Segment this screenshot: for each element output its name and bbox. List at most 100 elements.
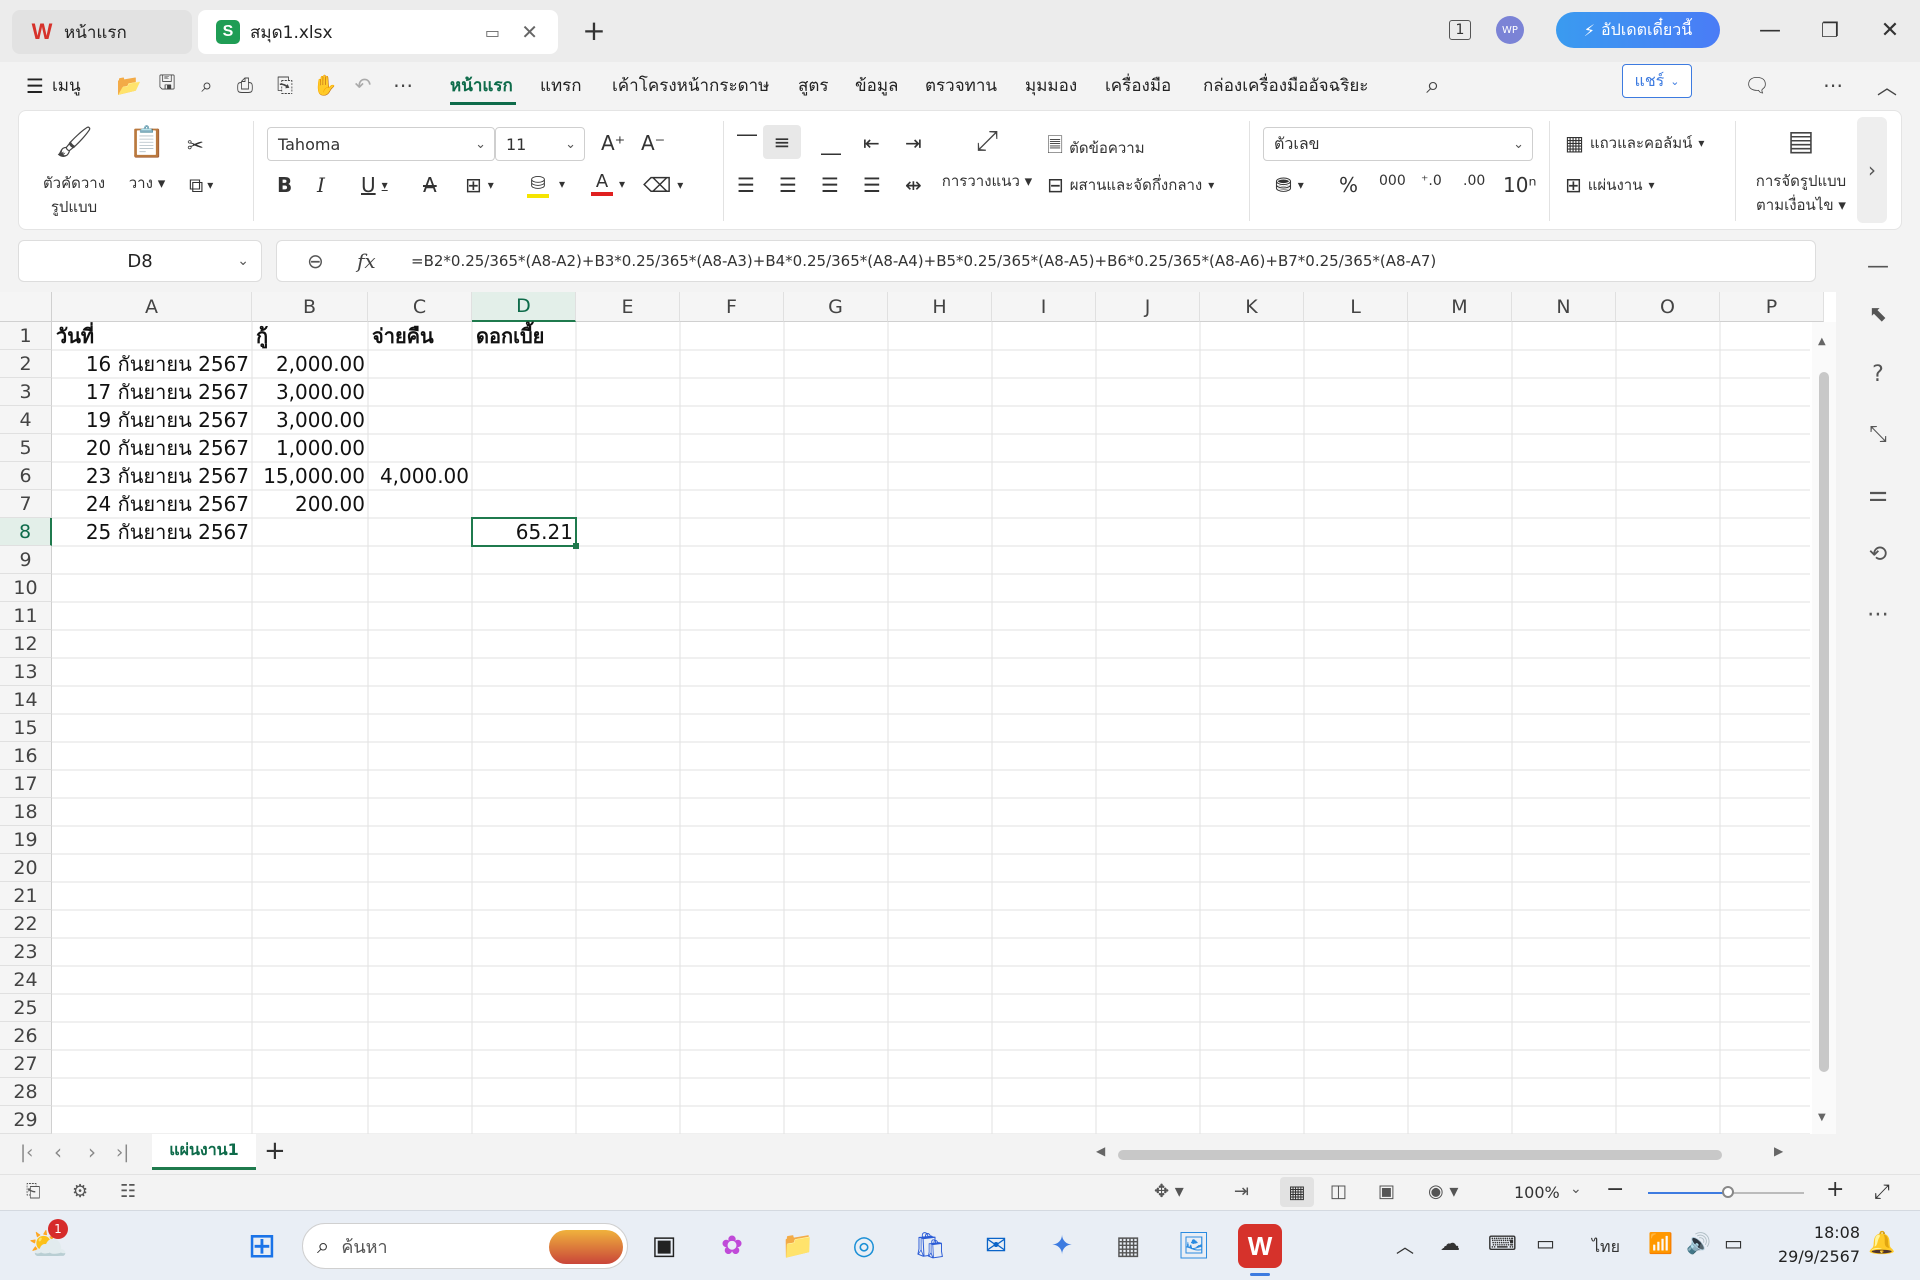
- cell-b7[interactable]: 200.00: [252, 490, 368, 518]
- cut-icon[interactable]: ✂: [187, 133, 204, 157]
- store-icon[interactable]: 🛍: [908, 1224, 952, 1268]
- ribbon-scroll-right-button[interactable]: ›: [1857, 117, 1887, 223]
- menu-data[interactable]: ข้อมูล: [855, 72, 898, 99]
- wifi-icon[interactable]: 📶: [1648, 1231, 1673, 1255]
- reading-mode-icon[interactable]: ☷: [120, 1181, 136, 1202]
- increase-indent-icon[interactable]: ⇥: [905, 131, 922, 155]
- last-sheet-icon[interactable]: ›|: [116, 1142, 129, 1163]
- column-header-b[interactable]: B: [252, 292, 368, 322]
- row-header-7[interactable]: 7: [0, 490, 52, 518]
- outlook-icon[interactable]: ✉: [974, 1224, 1018, 1268]
- zoom-level[interactable]: 100%: [1514, 1183, 1560, 1202]
- align-left-icon[interactable]: ☰: [737, 173, 755, 197]
- column-header-p[interactable]: P: [1720, 292, 1824, 322]
- prev-sheet-icon[interactable]: ‹: [54, 1140, 62, 1164]
- row-header-29[interactable]: 29: [0, 1106, 52, 1134]
- cell-b4[interactable]: 3,000.00: [252, 406, 368, 434]
- column-header-g[interactable]: G: [784, 292, 888, 322]
- row-header-14[interactable]: 14: [0, 686, 52, 714]
- next-sheet-icon[interactable]: ›: [88, 1140, 96, 1164]
- column-header-m[interactable]: M: [1408, 292, 1512, 322]
- row-header-5[interactable]: 5: [0, 434, 52, 462]
- new-tab-button[interactable]: +: [572, 12, 616, 48]
- menu-home[interactable]: หน้าแรก: [450, 72, 513, 99]
- row-header-1[interactable]: 1: [0, 322, 52, 350]
- fill-handle[interactable]: [573, 543, 579, 549]
- sheet-tab-active[interactable]: แผ่นงาน1: [152, 1134, 256, 1170]
- column-header-c[interactable]: C: [368, 292, 472, 322]
- cell-b2[interactable]: 2,000.00: [252, 350, 368, 378]
- row-header-26[interactable]: 26: [0, 1022, 52, 1050]
- hscroll-right-icon[interactable]: ▶: [1774, 1144, 1783, 1158]
- history-icon[interactable]: ⟲: [1862, 538, 1894, 570]
- orientation-button[interactable]: ⤢ การวางแนว ▾: [937, 127, 1037, 193]
- row-header-9[interactable]: 9: [0, 546, 52, 574]
- tab-document[interactable]: S สมุด1.xlsx ▭ ✕: [198, 10, 558, 54]
- open-folder-icon[interactable]: 📂: [114, 70, 144, 100]
- onedrive-icon[interactable]: ☁: [1440, 1231, 1460, 1255]
- row-header-20[interactable]: 20: [0, 854, 52, 882]
- increase-font-icon[interactable]: A⁺: [601, 131, 625, 155]
- fill-color-dropdown[interactable]: ▾: [559, 177, 565, 191]
- weather-widget[interactable]: ⛅ 1: [28, 1219, 72, 1269]
- horizontal-scrollbar[interactable]: [1118, 1150, 1722, 1160]
- zoom-out-icon[interactable]: −: [1606, 1177, 1624, 1202]
- normal-view-icon[interactable]: ▦: [1280, 1177, 1314, 1207]
- tab-home[interactable]: W หน้าแรก: [12, 10, 192, 54]
- underline-icon[interactable]: U ▾: [361, 173, 388, 197]
- hand-icon[interactable]: ✋: [310, 70, 340, 100]
- menu-formulas[interactable]: สูตร: [798, 72, 829, 99]
- merge-center-button[interactable]: ⊟ ผสานและจัดกึ่งกลาง ▾: [1047, 173, 1214, 197]
- more-options-icon[interactable]: ⋯: [1818, 70, 1848, 100]
- menu-review[interactable]: ตรวจทาน: [925, 72, 997, 99]
- share-button[interactable]: แชร์ ⌄: [1622, 64, 1692, 98]
- collapse-pane-icon[interactable]: —: [1862, 250, 1894, 282]
- zoom-formula-icon[interactable]: ⊖: [307, 249, 324, 273]
- row-header-4[interactable]: 4: [0, 406, 52, 434]
- scroll-up-icon[interactable]: ▲: [1818, 336, 1826, 347]
- save-icon[interactable]: 🖫: [152, 70, 182, 100]
- scroll-down-icon[interactable]: ▼: [1818, 1112, 1826, 1123]
- notification-bell-icon[interactable]: 🔔: [1868, 1231, 1895, 1256]
- format-painter-button[interactable]: 🖌 ตัวคัดวาง รูปแบบ: [39, 128, 109, 219]
- active-cell[interactable]: [471, 517, 577, 547]
- column-header-o[interactable]: O: [1616, 292, 1720, 322]
- clear-format-icon[interactable]: ⌫ ▾: [643, 173, 683, 197]
- worksheet-button[interactable]: ⊞ แผ่นงาน ▾: [1565, 173, 1655, 197]
- row-header-27[interactable]: 27: [0, 1050, 52, 1078]
- collapse-ribbon-icon[interactable]: ︿: [1872, 70, 1902, 100]
- column-header-h[interactable]: H: [888, 292, 992, 322]
- zoom-slider-thumb[interactable]: [1722, 1186, 1734, 1198]
- row-header-22[interactable]: 22: [0, 910, 52, 938]
- row-header-12[interactable]: 12: [0, 630, 52, 658]
- rows-columns-button[interactable]: ▦ แถวและคอลัมน์ ▾: [1565, 131, 1704, 155]
- hamburger-menu-button[interactable]: ☰ เมนู: [26, 72, 81, 99]
- column-header-d[interactable]: D: [472, 292, 576, 322]
- row-header-10[interactable]: 10: [0, 574, 52, 602]
- column-header-n[interactable]: N: [1512, 292, 1616, 322]
- thousands-icon[interactable]: 000: [1379, 173, 1406, 189]
- edge-icon[interactable]: ◎: [842, 1224, 886, 1268]
- align-right-icon[interactable]: ☰: [821, 173, 839, 197]
- macro-icon[interactable]: ⚙: [72, 1181, 88, 1202]
- distribute-icon[interactable]: ⇹: [905, 173, 922, 197]
- row-header-15[interactable]: 15: [0, 714, 52, 742]
- font-color-dropdown[interactable]: ▾: [619, 177, 625, 191]
- protect-view-icon[interactable]: ⇥: [1234, 1181, 1249, 1202]
- cell-a7[interactable]: 24 กันยายน 2567: [52, 490, 252, 518]
- number-format-select[interactable]: ตัวเลข ⌄: [1263, 127, 1533, 161]
- format-painter-small-icon[interactable]: ⌕: [192, 70, 222, 100]
- cell-a3[interactable]: 17 กันยายน 2567: [52, 378, 252, 406]
- close-window-button[interactable]: ✕: [1868, 12, 1912, 48]
- formula-text[interactable]: =B2*0.25/365*(A8-A2)+B3*0.25/365*(A8-A3)…: [411, 252, 1436, 270]
- avatar[interactable]: WP: [1496, 16, 1524, 44]
- row-header-23[interactable]: 23: [0, 938, 52, 966]
- monitor-icon[interactable]: ▭: [485, 23, 500, 42]
- cell-b6[interactable]: 15,000.00: [252, 462, 368, 490]
- row-header-24[interactable]: 24: [0, 966, 52, 994]
- strikethrough-icon[interactable]: A: [423, 173, 437, 197]
- decrease-indent-icon[interactable]: ⇤: [863, 131, 880, 155]
- column-header-k[interactable]: K: [1200, 292, 1304, 322]
- italic-icon[interactable]: I: [317, 173, 325, 197]
- keyboard-icon[interactable]: ⌨: [1488, 1231, 1517, 1255]
